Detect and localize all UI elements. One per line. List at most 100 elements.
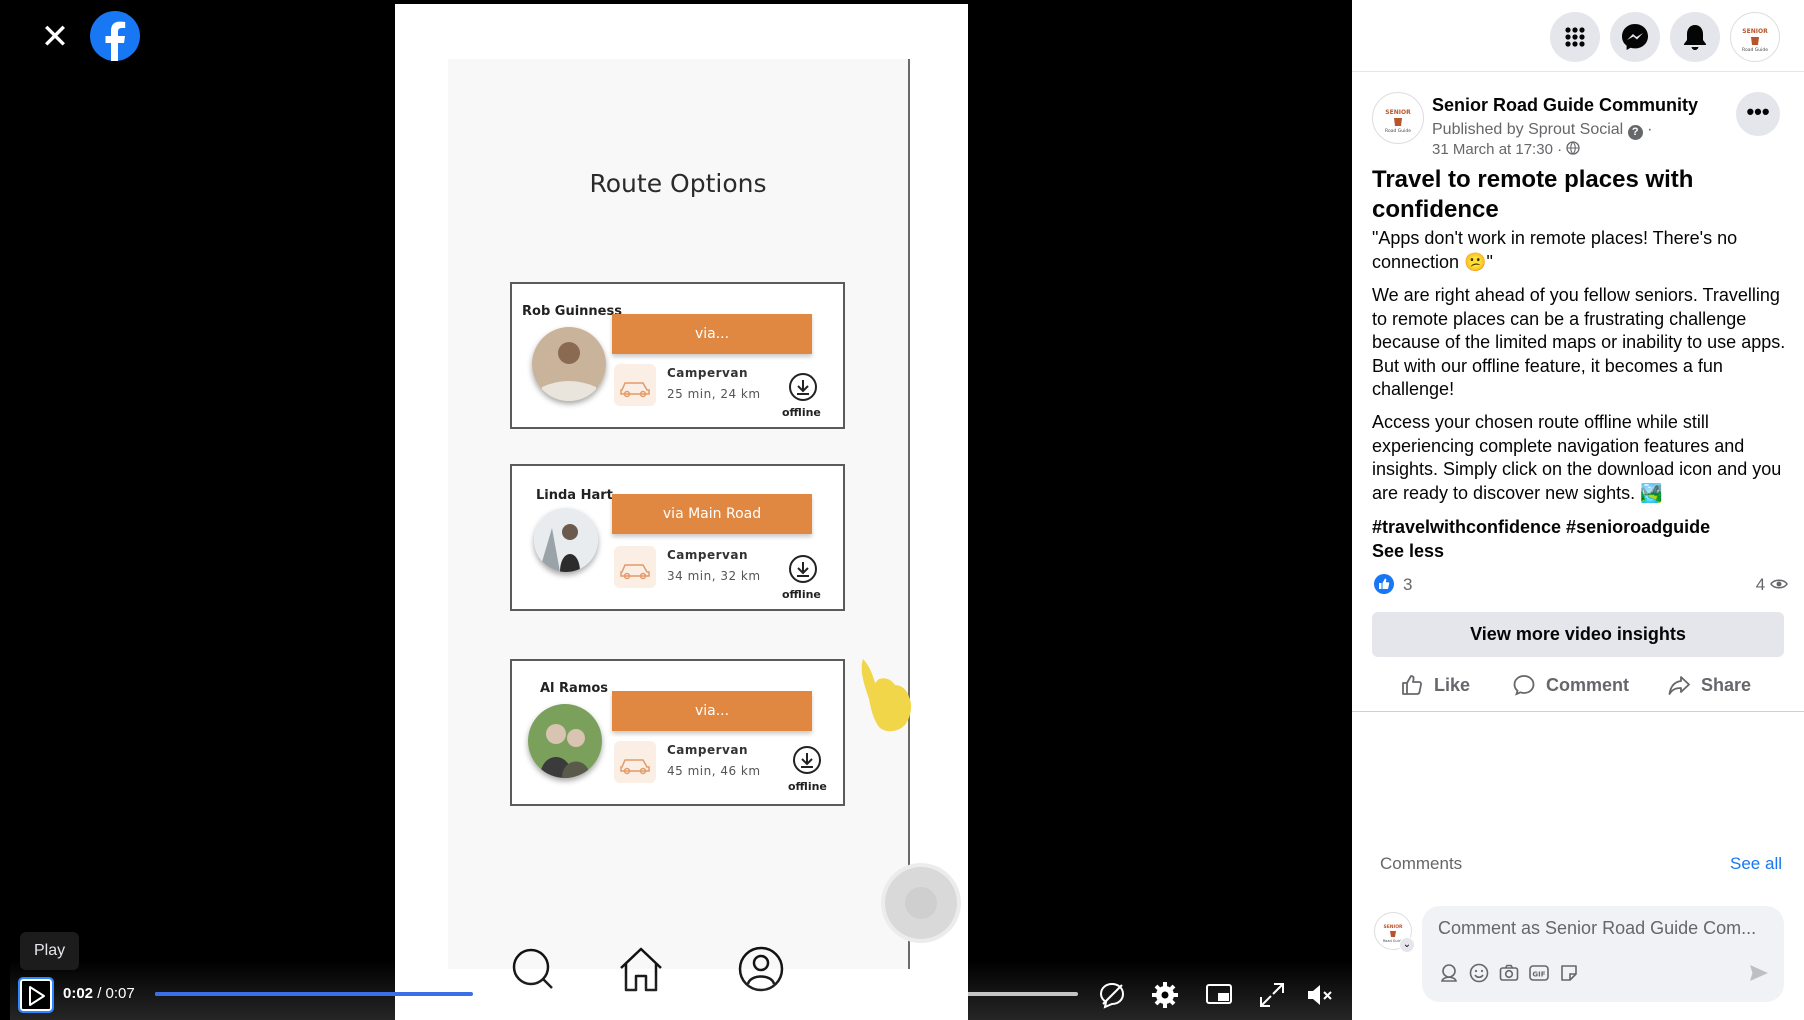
pointer-hand-icon bbox=[855, 659, 915, 739]
view-count: 4 bbox=[1756, 575, 1788, 595]
eye-icon bbox=[1770, 575, 1788, 594]
download-icon[interactable] bbox=[792, 745, 822, 775]
published-by: Published by Sprout Social ? · bbox=[1432, 121, 1653, 140]
route-via-button[interactable]: via Main Road bbox=[612, 494, 812, 534]
share-arrow-icon bbox=[1668, 676, 1690, 695]
svg-text:SENIOR: SENIOR bbox=[1385, 109, 1411, 116]
driver-avatar bbox=[528, 704, 602, 778]
progress-bar[interactable] bbox=[155, 992, 1078, 996]
svg-text:GIF: GIF bbox=[1532, 971, 1545, 979]
car-icon bbox=[614, 741, 656, 783]
comment-composer: GIF bbox=[1422, 906, 1784, 1002]
more-options-button[interactable]: ••• bbox=[1736, 92, 1780, 136]
published-by-text: Published by Sprout Social bbox=[1432, 121, 1624, 138]
post-paragraph: We are right ahead of you fellow seniors… bbox=[1372, 285, 1786, 399]
post-date: 31 March at 17:30 · bbox=[1432, 141, 1580, 158]
route-via-button[interactable]: via... bbox=[612, 314, 812, 354]
like-reaction-icon[interactable] bbox=[1374, 574, 1394, 594]
route-options-title: Route Options bbox=[589, 169, 767, 198]
offline-label: offline bbox=[782, 588, 821, 601]
route-time: 45 min, 46 km bbox=[667, 764, 761, 778]
view-insights-button[interactable]: View more video insights bbox=[1372, 612, 1784, 657]
globe-icon bbox=[1566, 141, 1580, 158]
car-icon bbox=[614, 546, 656, 588]
post-hashtags[interactable]: #travelwithconfidence #senioroadguide bbox=[1372, 517, 1710, 538]
video-frame[interactable]: Route Options Rob Guinness via... Camper… bbox=[395, 4, 968, 1020]
post-panel: SENIOR Road Guide SENIOR Road Guide Senior… bbox=[1352, 0, 1804, 1020]
vehicle-mode: Campervan bbox=[667, 548, 749, 562]
notifications-bell-icon[interactable] bbox=[1670, 12, 1720, 62]
driver-avatar bbox=[534, 508, 598, 572]
driver-name: Rob Guinness bbox=[522, 304, 622, 319]
comment-bubble-icon bbox=[1513, 675, 1535, 696]
menu-grid-icon[interactable] bbox=[1550, 12, 1600, 62]
duration: 0:07 bbox=[105, 985, 135, 1002]
driver-name: Al Ramos bbox=[540, 681, 609, 696]
time-separator: / bbox=[93, 985, 106, 1002]
post-date-text[interactable]: 31 March at 17:30 · bbox=[1432, 141, 1562, 158]
current-time: 0:02 bbox=[63, 985, 94, 1002]
post-paragraph: Access your chosen route offline while s… bbox=[1372, 412, 1782, 503]
messenger-icon[interactable] bbox=[1610, 12, 1660, 62]
svg-text:SENIOR: SENIOR bbox=[1742, 28, 1768, 35]
app-screen: Route Options Rob Guinness via... Camper… bbox=[448, 59, 957, 992]
route-card: Linda Hart via Main Road Campervan 34 mi… bbox=[510, 464, 845, 611]
route-time: 25 min, 24 km bbox=[667, 387, 761, 401]
share-button[interactable]: Share bbox=[1667, 668, 1751, 702]
send-icon[interactable] bbox=[1748, 962, 1770, 984]
download-icon[interactable] bbox=[788, 372, 818, 402]
play-button[interactable] bbox=[18, 977, 54, 1013]
route-via-button[interactable]: via... bbox=[612, 691, 812, 731]
comment-input[interactable] bbox=[1438, 914, 1768, 942]
view-count-value: 4 bbox=[1755, 575, 1766, 594]
driver-name: Linda Hart bbox=[536, 488, 613, 503]
fullscreen-icon[interactable] bbox=[1257, 980, 1287, 1010]
post-title: Travel to remote places with confidence bbox=[1372, 166, 1694, 223]
help-icon[interactable]: ? bbox=[1627, 125, 1643, 140]
video-viewer: ✕ Route Options Rob Guinness via... Camp… bbox=[0, 0, 1352, 1020]
svg-text:SENIOR: SENIOR bbox=[1383, 924, 1403, 930]
time-display: 0:02 / 0:07 bbox=[63, 985, 135, 1002]
page-avatar[interactable]: SENIOR Road Guide bbox=[1372, 92, 1424, 144]
progress-fill bbox=[155, 992, 474, 996]
like-count[interactable]: 3 bbox=[1403, 575, 1412, 595]
comment-button[interactable]: Comment bbox=[1512, 668, 1629, 702]
driver-avatar bbox=[532, 327, 606, 401]
captions-off-icon[interactable] bbox=[1097, 980, 1127, 1010]
sticker-icon[interactable] bbox=[1558, 962, 1580, 984]
see-less-link[interactable]: See less bbox=[1372, 541, 1444, 562]
facebook-logo[interactable] bbox=[90, 11, 140, 62]
vehicle-mode: Campervan bbox=[667, 366, 749, 380]
download-icon[interactable] bbox=[788, 554, 818, 584]
play-tooltip: Play bbox=[20, 932, 80, 970]
top-bar: SENIOR Road Guide bbox=[1352, 0, 1804, 72]
like-thumb-icon bbox=[1402, 675, 1422, 695]
account-avatar[interactable]: SENIOR Road Guide bbox=[1730, 12, 1780, 62]
car-icon bbox=[614, 364, 656, 406]
picture-in-picture-icon[interactable] bbox=[1204, 980, 1234, 1010]
comments-heading: Comments bbox=[1380, 854, 1463, 873]
route-card: Al Ramos via... Campervan 45 min, 46 km … bbox=[510, 659, 845, 806]
avatar-sticker-icon[interactable] bbox=[1438, 962, 1460, 984]
like-button[interactable]: Like bbox=[1400, 668, 1470, 702]
share-label: Share bbox=[1701, 675, 1752, 695]
settings-gear-icon[interactable] bbox=[1150, 980, 1180, 1010]
like-label: Like bbox=[1434, 675, 1471, 695]
offline-label: offline bbox=[788, 780, 827, 793]
gif-icon[interactable]: GIF bbox=[1528, 962, 1550, 984]
vehicle-mode: Campervan bbox=[667, 743, 749, 757]
page-name-link[interactable]: Senior Road Guide Community bbox=[1432, 95, 1698, 116]
divider bbox=[1352, 711, 1804, 712]
route-card: Rob Guinness via... Campervan 25 min, 24… bbox=[510, 282, 845, 429]
post-quote: "Apps don't work in remote places! There… bbox=[1372, 228, 1738, 272]
floating-action-button[interactable] bbox=[885, 867, 957, 939]
offline-label: offline bbox=[782, 406, 821, 419]
close-icon[interactable]: ✕ bbox=[38, 20, 72, 54]
svg-text:Road Guide: Road Guide bbox=[1385, 128, 1411, 134]
commenter-avatar[interactable]: SENIOR Road Guide ⌄ bbox=[1374, 912, 1415, 953]
camera-icon[interactable] bbox=[1498, 962, 1520, 984]
see-all-comments-link[interactable]: See all bbox=[1730, 854, 1782, 874]
emoji-icon[interactable] bbox=[1468, 962, 1490, 984]
chevron-down-icon[interactable]: ⌄ bbox=[1399, 937, 1415, 953]
volume-muted-icon[interactable] bbox=[1304, 980, 1334, 1010]
